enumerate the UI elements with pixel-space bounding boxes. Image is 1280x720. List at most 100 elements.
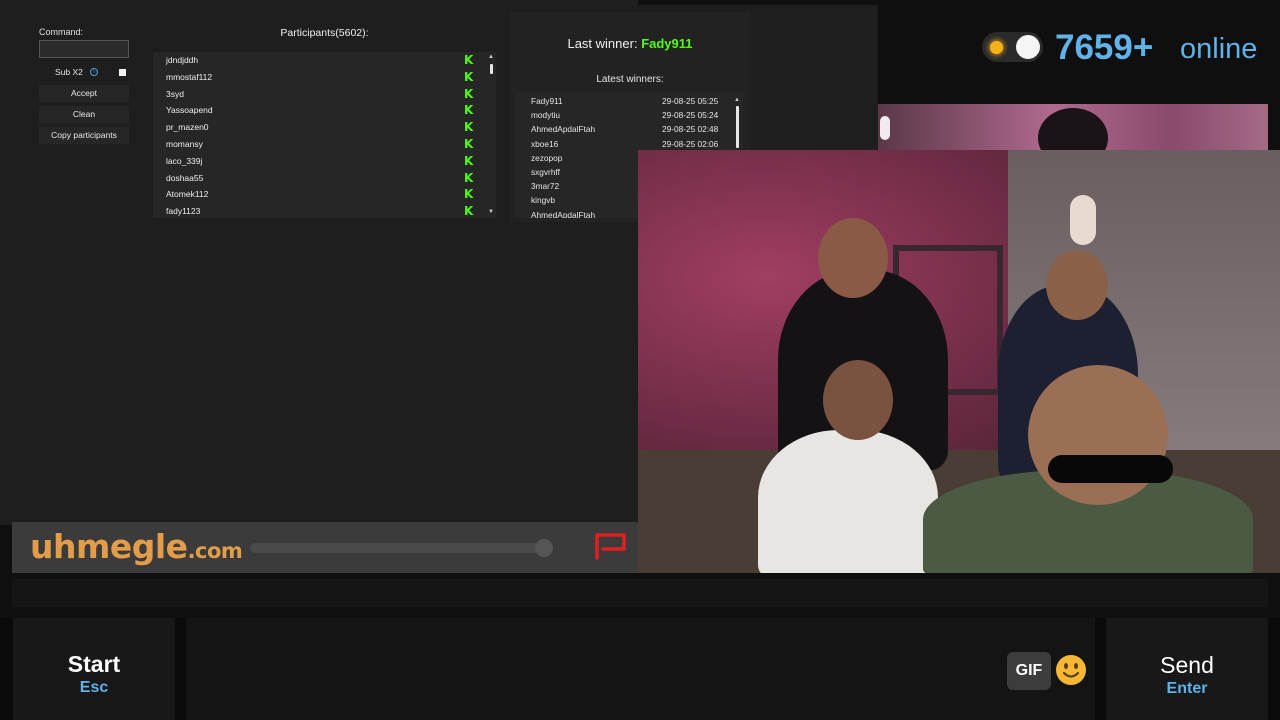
chat-input-area[interactable]: GIF	[186, 618, 1095, 720]
winner-name: kingvb	[531, 195, 555, 206]
participant-row: laco_339j K	[153, 153, 496, 170]
online-counter: 7659+ online	[980, 28, 1270, 68]
app-root: Command: Sub X2 i Accept Clean Copy part…	[0, 0, 1280, 720]
clean-button[interactable]: Clean	[39, 106, 129, 123]
person-head-shape	[823, 360, 893, 440]
winner-name: AhmedApdalFtah	[531, 124, 596, 135]
lamp-shape	[1070, 195, 1096, 245]
kick-icon: K	[464, 86, 474, 101]
participant-row: momansy K	[153, 136, 496, 153]
winner-name: 3mar72	[531, 181, 560, 192]
scroll-down-arrow-icon[interactable]: ▼	[488, 209, 494, 215]
online-count: 7659+	[1055, 28, 1154, 67]
sun-icon	[990, 41, 1003, 54]
winners-scrollbar[interactable]	[736, 106, 739, 148]
online-label: online	[1180, 33, 1258, 65]
participant-name: fady1123	[166, 206, 201, 217]
last-winner: Last winner: Fady911	[510, 36, 750, 51]
kick-icon: K	[464, 53, 474, 67]
command-input[interactable]	[39, 40, 129, 58]
send-button[interactable]: Send Enter	[1106, 618, 1268, 720]
remote-video-feed	[878, 104, 1268, 152]
copy-participants-button[interactable]: Copy participants	[39, 127, 129, 144]
send-label: Send	[1160, 652, 1214, 678]
winner-name: zezopop	[531, 152, 563, 163]
person-shape	[758, 430, 938, 573]
participant-name: pr_mazen0	[166, 122, 209, 133]
chat-controls: Start Esc GIF Send Enter	[0, 618, 1280, 720]
winner-name: modytiu	[531, 110, 561, 121]
person-shape	[1038, 108, 1108, 152]
loading-track	[250, 543, 552, 553]
logo-text: uhmegle	[30, 527, 188, 566]
participant-row: doshaa55 K	[153, 170, 496, 187]
info-icon[interactable]: i	[90, 68, 98, 76]
winner-date: 29-08-25 05:24	[662, 110, 719, 121]
winner-row: xboe16 29-08-25 02:06	[515, 135, 743, 149]
logo-suffix: .com	[187, 539, 243, 563]
participants-title: Participants(5602):	[280, 27, 369, 39]
person-head-shape	[1028, 365, 1168, 505]
sub-x2-checkbox[interactable]	[119, 69, 126, 76]
sunglasses-shape	[1048, 455, 1173, 483]
winner-name: Fady911	[531, 96, 563, 106]
scroll-up-arrow-icon[interactable]: ▲	[488, 54, 494, 60]
winner-date: 29-08-25 02:48	[662, 124, 719, 135]
start-key-hint: Esc	[79, 679, 109, 696]
participant-row: pr_mazen0 K	[153, 119, 496, 136]
report-flag-icon[interactable]	[594, 531, 628, 561]
participant-name: doshaa55	[166, 172, 204, 183]
participant-name: laco_339j	[166, 155, 203, 166]
winner-date: 29-08-25 02:06	[662, 138, 719, 149]
send-key-hint: Enter	[1166, 680, 1208, 697]
winner-row: Fady911 29-08-25 05:25	[515, 92, 743, 106]
kick-icon: K	[464, 69, 474, 84]
person-head-shape	[818, 218, 888, 298]
winner-row: AhmedApdalFtah 29-08-25 02:48	[515, 120, 743, 134]
uhmegle-banner: uhmegle.com	[12, 522, 638, 573]
accept-button[interactable]: Accept	[39, 85, 129, 102]
participant-name: mmostaf112	[166, 71, 213, 82]
participants-scrollbar[interactable]	[490, 64, 493, 74]
toggle-knob	[1016, 35, 1040, 59]
winner-name: sxgvrhff	[531, 166, 560, 177]
lamp-shape	[880, 116, 890, 140]
winner-date: 29-08-25 05:25	[662, 96, 719, 106]
gif-button[interactable]: GIF	[1007, 652, 1051, 690]
command-label: Command:	[39, 27, 84, 37]
person-head-shape	[1046, 250, 1108, 320]
winner-name: AhmedApdalFtah	[531, 209, 596, 219]
participant-row: jdndjddh K	[153, 52, 496, 69]
participant-name: Yassoapend	[166, 105, 213, 116]
last-winner-name: Fady911	[641, 36, 693, 51]
winners-scroll-up-icon[interactable]: ▲	[734, 97, 740, 103]
kick-icon: K	[464, 136, 474, 151]
theme-toggle[interactable]	[982, 32, 1043, 62]
kick-icon: K	[464, 187, 474, 202]
start-button[interactable]: Start Esc	[13, 618, 175, 720]
participant-name: momansy	[166, 138, 203, 149]
kick-icon: K	[464, 153, 474, 168]
kick-icon: K	[464, 204, 474, 218]
kick-icon: K	[464, 103, 474, 118]
participant-name: Atomek112	[166, 189, 209, 200]
sub-x2-row: Sub X2 i	[30, 65, 140, 81]
kick-icon: K	[464, 170, 474, 185]
last-winner-label: Last winner:	[567, 36, 638, 51]
participant-name: jdndjddh	[166, 55, 199, 65]
participant-row: 3syd K	[153, 86, 496, 103]
kick-icon: K	[464, 120, 474, 135]
winner-name: xboe16	[531, 138, 559, 149]
smiley-emoji-icon[interactable]	[1055, 654, 1087, 686]
winner-row: modytiu 29-08-25 05:24	[515, 106, 743, 120]
uhmegle-logo: uhmegle.com	[30, 527, 243, 566]
latest-winners-title: Latest winners:	[596, 74, 664, 85]
loading-knob	[535, 539, 553, 557]
status-bar	[12, 579, 1268, 607]
start-label: Start	[67, 651, 121, 677]
command-panel: Command: Sub X2 i Accept Clean Copy part…	[30, 19, 140, 219]
participant-row: Yassoapend K	[153, 102, 496, 119]
participants-list[interactable]: jdndjddh K mmostaf112 K 3syd K Yassoapend K …	[153, 52, 496, 218]
participant-row: mmostaf112 K	[153, 69, 496, 86]
participant-row: fady1123 K	[153, 203, 496, 218]
